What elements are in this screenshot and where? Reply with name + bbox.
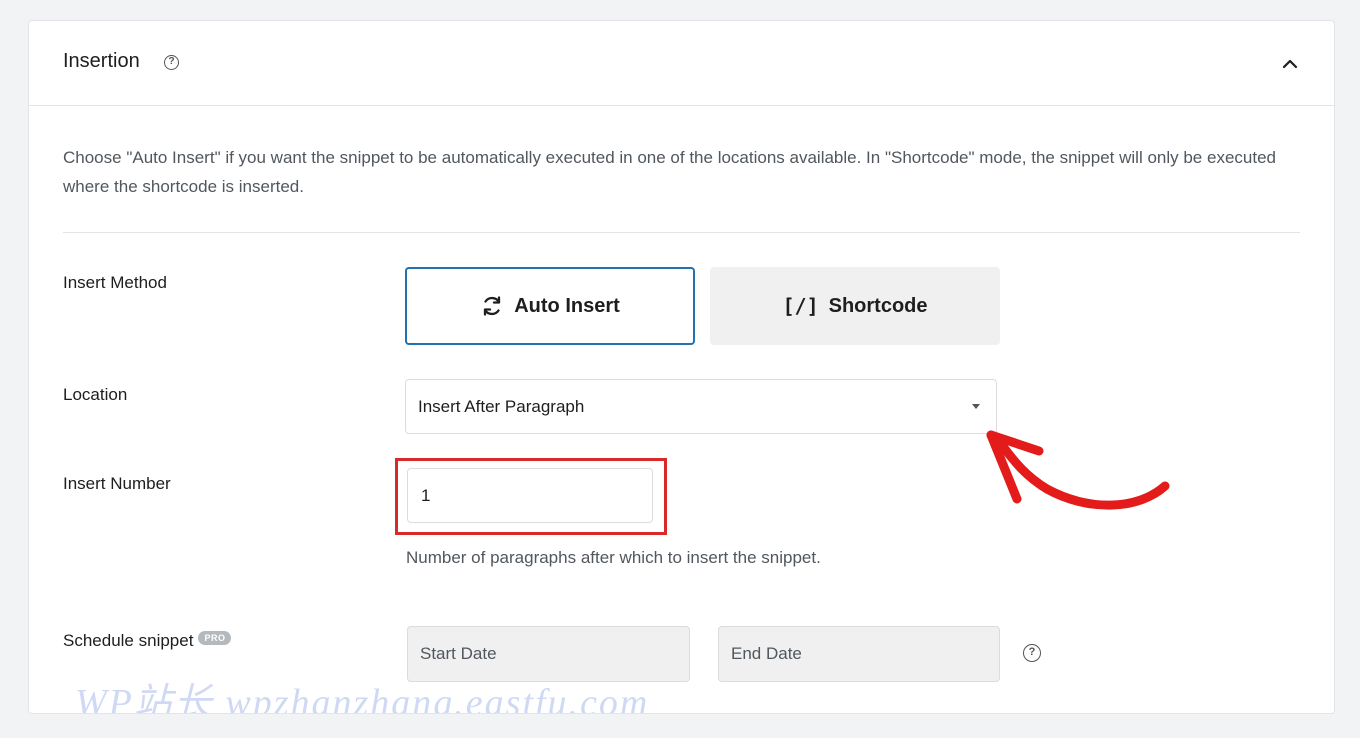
schedule-label-text: Schedule snippet [63, 631, 194, 650]
schedule-snippet-label: Schedule snippet PRO [63, 631, 232, 651]
pro-badge: PRO [198, 631, 232, 645]
insert-method-label: Insert Method [63, 273, 167, 292]
shortcode-icon: [/] [782, 294, 819, 318]
start-date-input[interactable] [407, 626, 690, 682]
panel-title: Insertion [63, 50, 140, 72]
help-icon[interactable]: ? [164, 55, 179, 70]
panel-header[interactable]: Insertion ? [29, 21, 1334, 106]
caret-down-icon [972, 404, 980, 409]
location-select[interactable]: Insert After Paragraph [405, 379, 997, 434]
insert-number-input[interactable] [407, 468, 653, 523]
chevron-up-icon[interactable] [1280, 54, 1300, 74]
shortcode-button[interactable]: [/] Shortcode [710, 267, 1000, 345]
red-arrow-annotation [986, 430, 1170, 510]
auto-insert-button[interactable]: Auto Insert [405, 267, 695, 345]
refresh-icon [480, 294, 504, 318]
shortcode-label: Shortcode [828, 294, 928, 317]
schedule-help-icon[interactable]: ? [1023, 644, 1041, 662]
location-value: Insert After Paragraph [418, 397, 585, 416]
auto-insert-label: Auto Insert [514, 294, 620, 317]
insertion-panel: Insertion ? Choose "Auto Insert" if you … [28, 20, 1335, 714]
divider [63, 232, 1300, 233]
end-date-input[interactable] [718, 626, 1000, 682]
location-label: Location [63, 385, 128, 404]
insertion-description: Choose "Auto Insert" if you want the sni… [63, 148, 1276, 196]
insert-number-hint: Number of paragraphs after which to inse… [406, 548, 821, 567]
insert-number-label: Insert Number [63, 474, 171, 493]
